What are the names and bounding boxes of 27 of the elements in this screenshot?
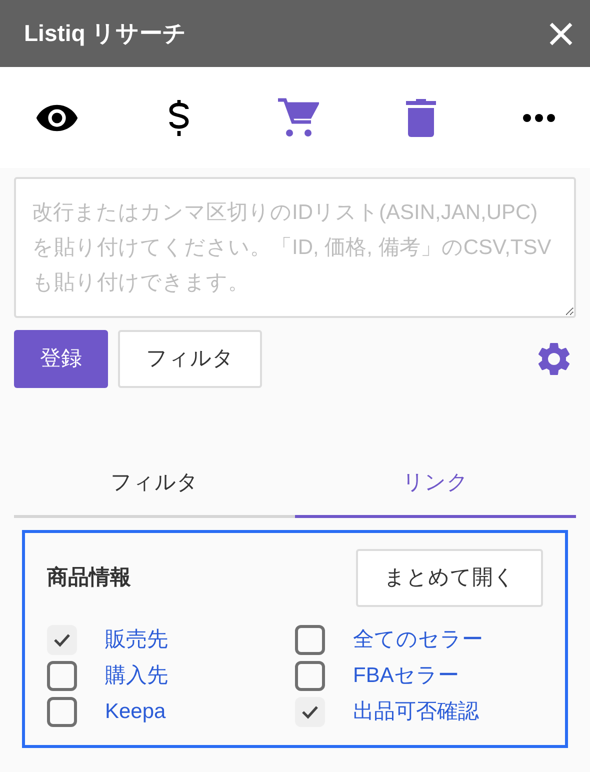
checkbox[interactable] xyxy=(47,661,77,691)
checkbox[interactable] xyxy=(47,697,77,727)
link[interactable]: Keepa xyxy=(105,696,166,728)
eye-icon[interactable] xyxy=(34,102,80,132)
cart-icon[interactable] xyxy=(277,98,319,138)
window-title: Listiq リサーチ xyxy=(24,19,187,48)
checkbox[interactable] xyxy=(295,625,325,655)
section-title: 商品情報 xyxy=(47,564,131,592)
tab[interactable]: フィルタ xyxy=(14,458,295,518)
open-all-button[interactable]: まとめて開く xyxy=(356,549,543,607)
link[interactable]: 出品可否確認 xyxy=(353,696,479,728)
link[interactable]: FBAセラー xyxy=(353,660,459,692)
more-icon[interactable] xyxy=(522,112,556,122)
link[interactable]: 販売先 xyxy=(105,624,168,656)
checkbox[interactable] xyxy=(295,661,325,691)
check-icon xyxy=(53,633,71,647)
tab[interactable]: リンク xyxy=(295,458,576,518)
id-input-field[interactable]: 改行またはカンマ区切りのIDリスト(ASIN,JAN,UPC)を貼り付けてください。「ID, 価格, 備考」のCSV,TSVも貼り付けできます。 xyxy=(14,177,576,318)
link[interactable]: 購入先 xyxy=(105,660,168,692)
register-button[interactable]: 登録 xyxy=(14,330,108,388)
checkbox[interactable] xyxy=(295,697,325,727)
trash-icon[interactable] xyxy=(406,98,436,136)
filter-button[interactable]: フィルタ xyxy=(118,330,262,388)
check-icon xyxy=(301,705,319,719)
dollar-icon[interactable] xyxy=(166,98,190,138)
checkbox[interactable] xyxy=(47,625,77,655)
link[interactable]: 全てのセラー xyxy=(353,624,483,656)
